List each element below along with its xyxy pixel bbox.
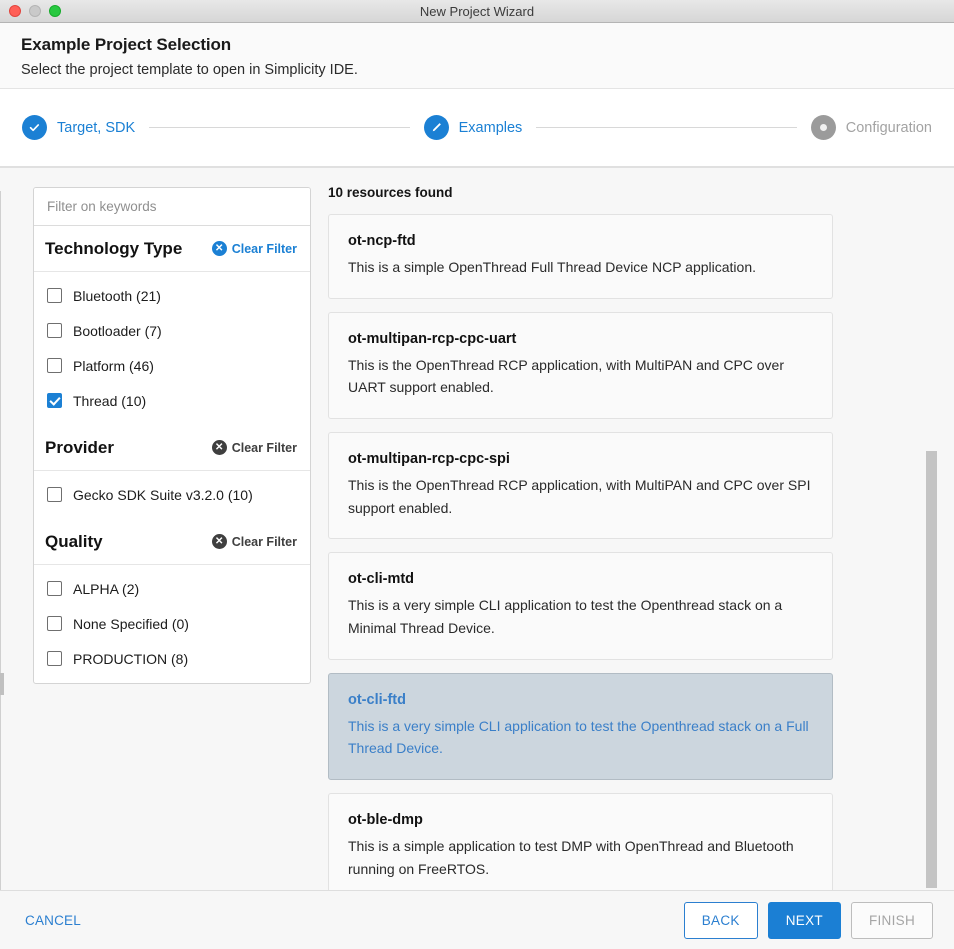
result-description: This is a simple application to test DMP… [348,835,813,880]
filter-options-technology-type: Bluetooth (21) Bootloader (7) Platform (… [34,272,310,425]
clear-filter-label: Clear Filter [232,535,297,549]
result-description: This is the OpenThread RCP application, … [348,354,813,399]
results-list: ot-ncp-ftd This is a simple OpenThread F… [328,214,833,890]
new-project-wizard-window: New Project Wizard Example Project Selec… [0,0,954,949]
result-description: This is a very simple CLI application to… [348,594,813,639]
result-description: This is a very simple CLI application to… [348,715,813,760]
step-target-sdk[interactable]: Target, SDK [22,115,135,140]
filter-option-label: Gecko SDK Suite v3.2.0 (10) [73,487,253,503]
zoom-window-button[interactable] [49,5,61,17]
keyword-filter-input[interactable] [34,188,310,226]
pencil-icon [424,115,449,140]
wizard-header: Example Project Selection Select the pro… [0,23,954,89]
filter-group-header-quality: Quality ✕ Clear Filter [34,519,310,565]
filter-group-title: Quality [45,532,103,552]
results-scrollbar-thumb[interactable] [926,451,937,888]
wizard-body: Technology Type ✕ Clear Filter Bluetooth… [0,167,954,890]
filter-option-bluetooth[interactable]: Bluetooth (21) [34,278,310,313]
window-title: New Project Wizard [0,4,954,19]
result-title: ot-ncp-ftd [348,233,813,249]
page-subtitle: Select the project template to open in S… [21,62,954,78]
dot-icon [811,115,836,140]
finish-button: FINISH [851,902,933,939]
clear-filter-x-icon: ✕ [212,440,227,455]
check-icon [22,115,47,140]
results-panel: 10 resources found ot-ncp-ftd This is a … [320,168,954,890]
result-card-ot-multipan-rcp-cpc-spi[interactable]: ot-multipan-rcp-cpc-spi This is the Open… [328,432,833,539]
filter-option-platform[interactable]: Platform (46) [34,348,310,383]
checkbox-icon[interactable] [47,288,62,303]
filter-card: Technology Type ✕ Clear Filter Bluetooth… [33,187,311,684]
close-window-button[interactable] [9,5,21,17]
clear-filter-x-icon: ✕ [212,241,227,256]
filter-option-none-specified[interactable]: None Specified (0) [34,606,310,641]
checkbox-icon[interactable] [47,651,62,666]
filter-group-title: Technology Type [45,239,182,259]
page-title: Example Project Selection [21,35,954,55]
filter-option-label: ALPHA (2) [73,581,139,597]
step-label-examples: Examples [459,120,523,136]
step-label-configuration: Configuration [846,120,932,136]
filter-option-label: Bluetooth (21) [73,288,161,304]
result-title: ot-multipan-rcp-cpc-uart [348,331,813,347]
clear-filter-label: Clear Filter [232,441,297,455]
result-description: This is a simple OpenThread Full Thread … [348,256,813,279]
filter-option-alpha[interactable]: ALPHA (2) [34,571,310,606]
clear-filter-technology-type[interactable]: ✕ Clear Filter [212,241,297,256]
checkbox-icon[interactable] [47,581,62,596]
clear-filter-label: Clear Filter [232,242,297,256]
filter-option-label: PRODUCTION (8) [73,651,188,667]
filter-options-provider: Gecko SDK Suite v3.2.0 (10) [34,471,310,519]
wizard-stepper: Target, SDK Examples Configuration [0,89,954,167]
result-card-ot-ncp-ftd[interactable]: ot-ncp-ftd This is a simple OpenThread F… [328,214,833,299]
filter-option-gecko-sdk-suite[interactable]: Gecko SDK Suite v3.2.0 (10) [34,477,310,512]
window-controls [0,5,61,17]
checkbox-icon[interactable] [47,358,62,373]
result-title: ot-cli-mtd [348,571,813,587]
filter-panel: Technology Type ✕ Clear Filter Bluetooth… [0,168,320,890]
filter-group-header-technology-type: Technology Type ✕ Clear Filter [34,226,310,272]
checkbox-icon[interactable] [47,323,62,338]
results-scrollbar-track[interactable] [926,168,937,890]
filter-options-quality: ALPHA (2) None Specified (0) PRODUCTION … [34,565,310,683]
filter-group-title: Provider [45,438,114,458]
clear-filter-provider[interactable]: ✕ Clear Filter [212,440,297,455]
checkbox-icon[interactable] [47,487,62,502]
wizard-footer: CANCEL BACK NEXT FINISH [0,890,954,949]
step-configuration[interactable]: Configuration [811,115,932,140]
checkbox-checked-icon[interactable] [47,393,62,408]
result-card-ot-multipan-rcp-cpc-uart[interactable]: ot-multipan-rcp-cpc-uart This is the Ope… [328,312,833,419]
clear-filter-x-icon: ✕ [212,534,227,549]
footer-actions: BACK NEXT FINISH [684,902,933,939]
window-left-edge [0,191,1,890]
window-titlebar: New Project Wizard [0,0,954,23]
result-card-ot-cli-mtd[interactable]: ot-cli-mtd This is a very simple CLI app… [328,552,833,659]
step-examples[interactable]: Examples [424,115,523,140]
clear-filter-quality[interactable]: ✕ Clear Filter [212,534,297,549]
result-card-ot-cli-ftd[interactable]: ot-cli-ftd This is a very simple CLI app… [328,673,833,780]
results-count-label: 10 resources found [328,185,954,200]
checkbox-icon[interactable] [47,616,62,631]
stepper-connector-2 [536,127,796,128]
filter-option-label: None Specified (0) [73,616,189,632]
result-title: ot-ble-dmp [348,812,813,828]
stepper-connector-1 [149,127,409,128]
filter-option-thread[interactable]: Thread (10) [34,383,310,418]
cancel-button[interactable]: CANCEL [21,907,85,934]
filter-option-label: Bootloader (7) [73,323,162,339]
filter-option-production[interactable]: PRODUCTION (8) [34,641,310,676]
back-button[interactable]: BACK [684,902,758,939]
filter-option-label: Thread (10) [73,393,146,409]
step-label-target-sdk: Target, SDK [57,120,135,136]
next-button[interactable]: NEXT [768,902,841,939]
left-edge-scroll-thumb[interactable] [0,673,4,695]
result-title: ot-cli-ftd [348,692,813,708]
result-card-ot-ble-dmp[interactable]: ot-ble-dmp This is a simple application … [328,793,833,890]
minimize-window-button[interactable] [29,5,41,17]
result-title: ot-multipan-rcp-cpc-spi [348,451,813,467]
filter-group-header-provider: Provider ✕ Clear Filter [34,425,310,471]
filter-option-label: Platform (46) [73,358,154,374]
result-description: This is the OpenThread RCP application, … [348,474,813,519]
filter-option-bootloader[interactable]: Bootloader (7) [34,313,310,348]
